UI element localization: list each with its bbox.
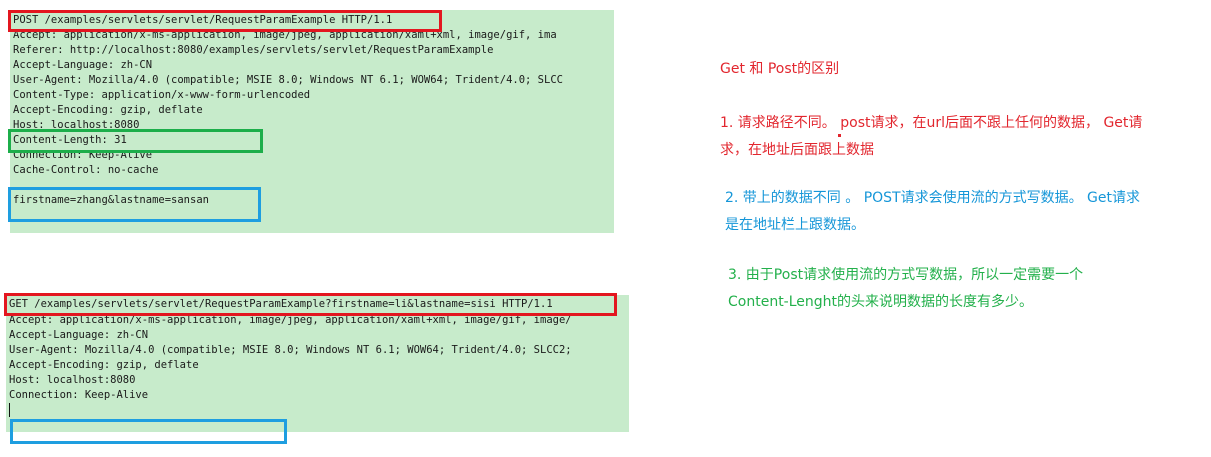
get-header-connection: Connection: Keep-Alive	[9, 389, 149, 401]
content-length-highlight	[8, 129, 263, 153]
note-point2-line1: 2. 带上的数据不同 。 POST请求会使用流的方式写数据。 Get请求	[725, 190, 1141, 206]
get-request-line-highlight	[4, 293, 617, 316]
get-header-accept-language: Accept-Language: zh-CN	[9, 329, 149, 341]
get-header-accept-encoding: Accept-Encoding: gzip, deflate	[9, 359, 199, 371]
note-point1-line2: 求，在地址后面跟上数据	[720, 142, 874, 158]
note-point3-line1: 3. 由于Post请求使用流的方式写数据，所以一定需要一个	[728, 267, 1084, 283]
note-point3-line2: Content-Lenght的头来说明数据的长度有多少。	[728, 294, 1034, 310]
text-cursor	[9, 403, 10, 417]
get-empty-body-highlight	[10, 419, 287, 444]
post-header-cache-control: Cache-Control: no-cache	[13, 164, 159, 176]
get-header-host: Host: localhost:8080	[9, 374, 136, 386]
post-header-content-type: Content-Type: application/x-www-form-url…	[13, 89, 311, 101]
post-request-line-highlight	[8, 10, 442, 32]
post-header-user-agent: User-Agent: Mozilla/4.0 (compatible; MSI…	[13, 74, 563, 86]
get-header-user-agent: User-Agent: Mozilla/4.0 (compatible; MSI…	[9, 344, 572, 356]
note-point1-line1: 1. 请求路径不同。 post请求，在url后面不跟上任何的数据， Get请	[720, 115, 1143, 131]
post-header-accept-language: Accept-Language: zh-CN	[13, 59, 153, 71]
note-point2-line2: 是在地址栏上跟数据。	[725, 217, 865, 233]
post-header-referer: Referer: http://localhost:8080/examples/…	[13, 44, 494, 56]
post-body-highlight	[8, 187, 261, 222]
notes-title: Get 和 Post的区别	[720, 61, 840, 77]
post-header-accept-encoding: Accept-Encoding: gzip, deflate	[13, 104, 203, 116]
